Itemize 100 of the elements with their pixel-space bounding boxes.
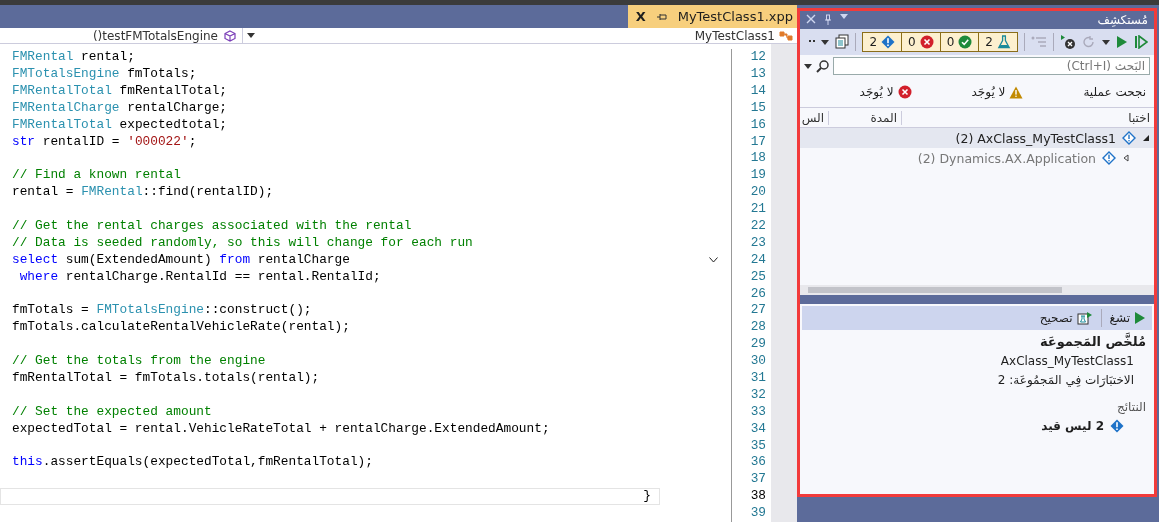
line-number: 23: [749, 234, 766, 252]
summary-status: لا يُوجَد: [859, 85, 894, 99]
code-line: FMTotalsEngine fmTotals;: [11, 65, 198, 83]
line-number: 18: [749, 150, 766, 168]
run-button[interactable]: تشغ: [1109, 310, 1146, 325]
playlist-icon[interactable]: [835, 34, 850, 50]
code-line: // Data is seeded randomly, so this will change for each run: [11, 234, 474, 252]
tree-item[interactable]: (2) AxClass_MyTestClass1: [800, 128, 1154, 148]
error-icon: [919, 35, 934, 49]
member-dropdown[interactable]: ()testFMTotalsEngine: [0, 28, 243, 44]
group-name: AxClass_MyTestClass1: [999, 353, 1135, 368]
class-icon: [779, 29, 793, 42]
test-count-filter[interactable]: 0: [940, 33, 980, 51]
info-icon: [1110, 418, 1124, 433]
caret-icon: [247, 33, 255, 39]
code-line: fmTotals = FMTotalsEngine::construct();: [11, 302, 313, 320]
line-number: 15: [749, 99, 766, 117]
code-line: FMRental rental;: [11, 49, 136, 66]
line-number: 32: [749, 386, 766, 404]
expanded-caret-icon[interactable]: [1142, 134, 1150, 142]
column-header[interactable]: المدة: [828, 110, 901, 125]
flask-icon: [997, 35, 1011, 49]
warning-icon: [1009, 85, 1024, 99]
debug-button[interactable]: تصحيح: [1039, 310, 1093, 325]
code-line: str rentalID = '000022';: [11, 133, 198, 151]
line-number: 35: [749, 437, 766, 455]
class-dropdown[interactable]: MyTestClass1: [243, 28, 797, 44]
error-icon: [897, 85, 912, 99]
code-line: FMRentalTotal fmRentalTotal;: [11, 82, 229, 100]
summary-heading: مُلخَّص المَجموعَة: [1038, 333, 1146, 349]
code-line: // Set the expected amount: [11, 403, 213, 421]
panel-splitter[interactable]: [800, 294, 1154, 304]
debug-icon: [1076, 310, 1093, 325]
test-count-filter[interactable]: 2: [863, 33, 903, 51]
line-number: 17: [749, 133, 766, 151]
code-line: expectedTotal = rental.VehicleRateTotal + rentalCharge.ExtendedAmount;: [11, 420, 551, 438]
code-line: // Find a known rental: [11, 167, 182, 185]
dropdown-caret-icon[interactable]: [1102, 39, 1110, 45]
run-all-icon[interactable]: [1134, 35, 1148, 49]
line-number: 33: [749, 403, 766, 421]
overflow-icon[interactable]: [809, 40, 816, 44]
code-line: // Get the rental charges associated with the rental: [11, 217, 413, 235]
line-number: 26: [749, 285, 766, 303]
column-header[interactable]: اختبا: [901, 110, 1154, 125]
code-line: fmTotals.calculateRentalVehicleRate(rental);: [11, 319, 351, 337]
line-number: 29: [749, 336, 766, 354]
line-number: 25: [749, 268, 766, 286]
dropdown-caret-icon[interactable]: [804, 63, 812, 69]
pin-icon[interactable]: [655, 11, 668, 22]
line-number: 16: [749, 116, 766, 134]
line-number: 13: [749, 65, 766, 83]
code-line: FMRentalCharge rentalCharge;: [11, 99, 229, 117]
pin-icon[interactable]: [824, 14, 832, 26]
line-number: 24: [749, 251, 766, 269]
play-icon: [1134, 310, 1146, 325]
test-count: الاختبَارَات فِي المَجمُوعَة: 2: [996, 372, 1135, 387]
cube-icon: [224, 29, 236, 42]
line-number: 12: [749, 49, 766, 66]
line-number: 37: [749, 471, 766, 489]
code-line: // Get the totals from the engine: [11, 353, 267, 370]
code-line: fmRentalTotal = fmTotals.totals(rental);: [11, 370, 321, 387]
code-line: this.assertEquals(expectedTotal,fmRentalTotal);: [11, 454, 374, 472]
run-failed-icon[interactable]: [1060, 34, 1076, 50]
results-label: النتائج: [1116, 399, 1146, 414]
line-number: 28: [749, 319, 766, 337]
info-icon: [881, 35, 896, 49]
result-status: 2 ليس قيد: [1041, 418, 1104, 433]
code-line: where rentalCharge.RentalId == rental.RentalId;: [18, 268, 382, 286]
collapse-chevron-icon[interactable]: [709, 257, 718, 264]
passed-icon: [958, 35, 973, 49]
line-number: 19: [749, 167, 766, 185]
close-icon[interactable]: [806, 14, 816, 24]
search-icon: [816, 59, 829, 73]
summary-status: لا يُوجَد: [971, 85, 1006, 99]
line-number: 38: [749, 488, 766, 506]
info-icon: [1102, 151, 1116, 165]
line-number: 21: [749, 201, 766, 218]
collapsed-caret-icon[interactable]: [1122, 154, 1130, 162]
code-line: FMRentalTotal expectedtotal;: [11, 116, 229, 134]
test-count-filter[interactable]: 2: [979, 33, 1017, 51]
line-number: 31: [749, 370, 766, 387]
column-header[interactable]: الس: [800, 110, 828, 125]
line-number: 14: [749, 82, 766, 100]
search-field[interactable]: البَحث (Ctrl+I): [833, 57, 1150, 75]
vertical-scrollbar[interactable]: [771, 44, 797, 522]
summary-status: نجحت عملية: [1083, 85, 1146, 99]
code-line: rental = FMRental::find(rentalID);: [11, 184, 275, 202]
run-icon: [1116, 35, 1128, 49]
line-number: 30: [749, 353, 766, 370]
test-count-filter[interactable]: 0: [902, 33, 941, 51]
dropdown-caret-icon[interactable]: [821, 39, 830, 45]
info-icon: [1122, 131, 1136, 145]
document-tab[interactable]: X MyTestClass1.xpp: [627, 5, 797, 28]
line-number: 39: [749, 505, 766, 522]
line-number: 34: [749, 420, 766, 438]
code-line: select sum(ExtendedAmount) from rentalCharge: [11, 251, 351, 269]
line-number: 22: [749, 217, 766, 235]
horizontal-scrollbar[interactable]: [800, 284, 1154, 295]
panel-title: مُستكشِف: [1097, 13, 1148, 27]
tree-item[interactable]: (2) Dynamics.AX.Application: [800, 148, 1154, 168]
